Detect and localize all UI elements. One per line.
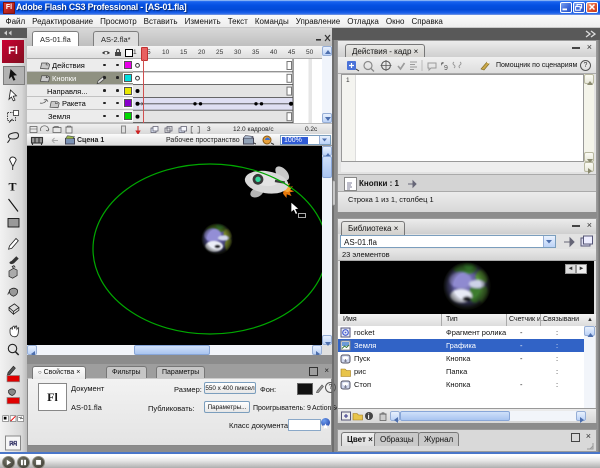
svg-text:T: T <box>9 180 17 194</box>
svg-text:i: i <box>368 414 370 421</box>
svg-text:9: 9 <box>444 65 448 72</box>
